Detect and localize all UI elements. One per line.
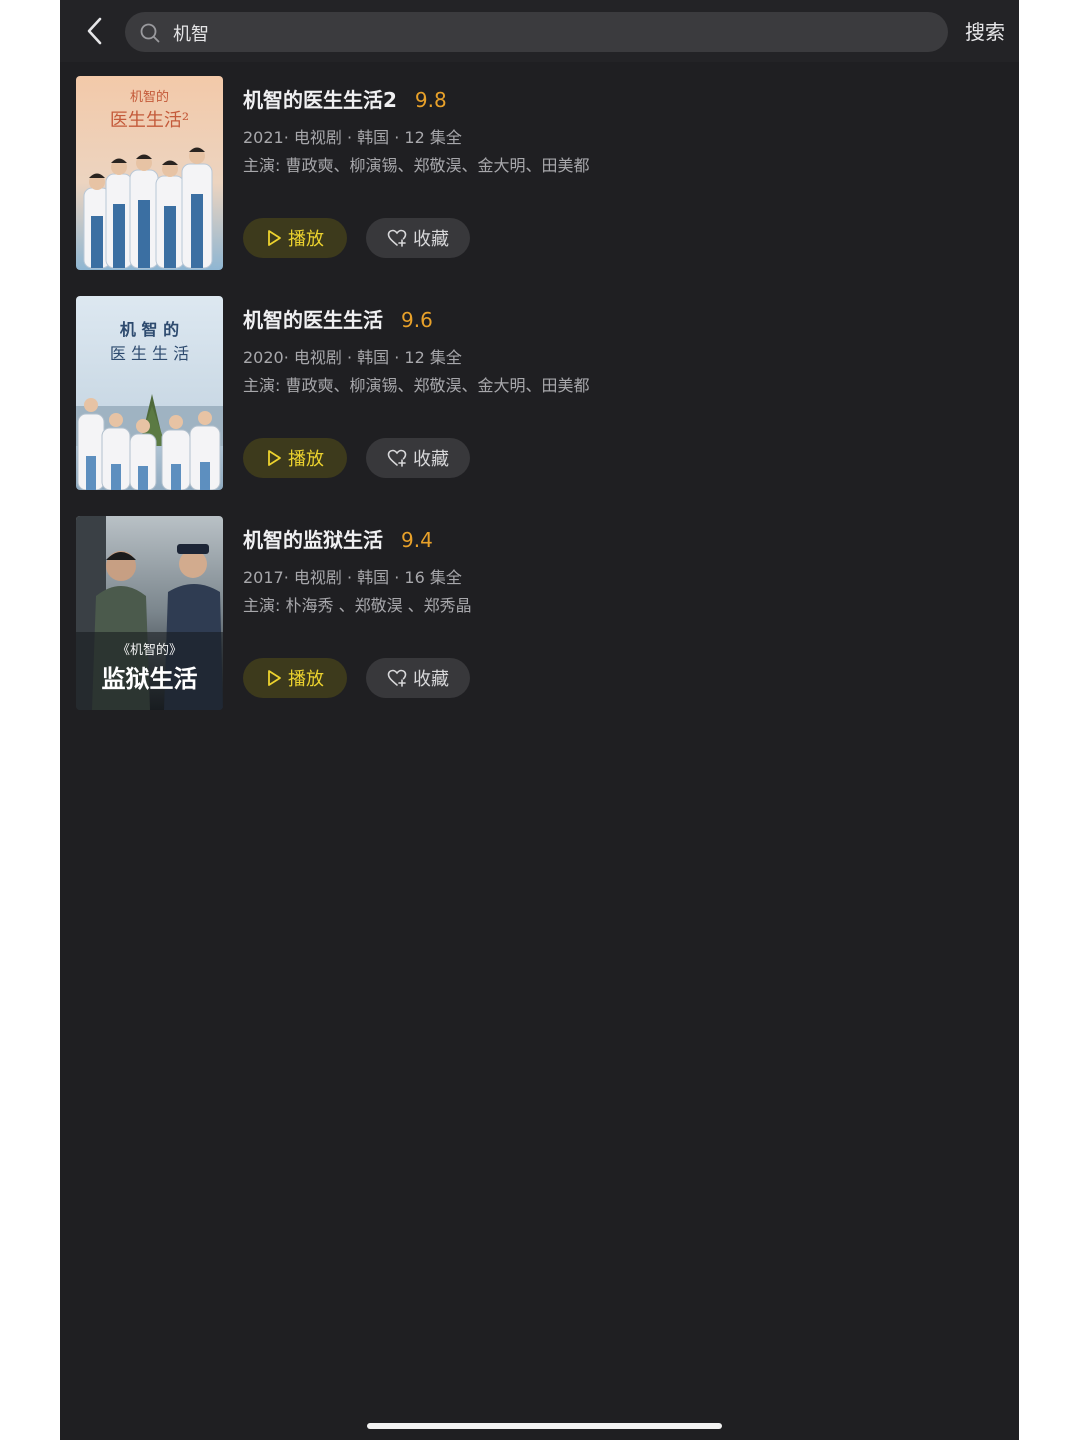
heart-plus-icon xyxy=(387,449,407,467)
poster-title: 机智的 xyxy=(129,90,169,105)
poster-image[interactable]: 机 智 的 医 生 生 活 xyxy=(76,296,223,490)
result-score: 9.8 xyxy=(414,88,447,112)
favorite-button[interactable]: 收藏 xyxy=(366,438,470,478)
heart-plus-icon xyxy=(387,669,407,687)
play-button[interactable]: 播放 xyxy=(243,218,347,258)
poster-image[interactable]: 机智的 医生生活² xyxy=(76,76,223,270)
result-item[interactable]: 机智的 医生生活² 机智的医生生活2 9.8 2021· 电视剧 · 韩国 · 1… xyxy=(76,76,976,270)
home-indicator[interactable] xyxy=(367,1423,722,1429)
play-icon xyxy=(268,230,281,246)
result-score: 9.6 xyxy=(401,308,433,332)
result-item[interactable]: 机 智 的 医 生 生 活 机智的医生生活 9.6 2020· 电视剧 · 韩国 … xyxy=(76,296,976,490)
poster-title: 医生生活² xyxy=(109,110,190,131)
result-title[interactable]: 机智的医生生活 xyxy=(243,308,383,332)
poster-image[interactable]: 《机智的》 监狱生活 xyxy=(76,516,223,710)
back-button[interactable] xyxy=(78,12,112,50)
play-icon xyxy=(268,670,281,686)
play-icon xyxy=(268,450,281,466)
result-title[interactable]: 机智的医生生活2 xyxy=(243,88,397,112)
poster-title: 监狱生活 xyxy=(101,664,198,693)
heart-plus-icon xyxy=(387,229,407,247)
poster-title: 《机智的》 xyxy=(116,643,182,658)
result-info: 机智的医生生活2 9.8 2021· 电视剧 · 韩国 · 12 集全 主演: 曹… xyxy=(243,76,963,270)
search-header: 搜索 xyxy=(60,0,1019,62)
favorite-label: 收藏 xyxy=(413,229,449,250)
play-button[interactable]: 播放 xyxy=(243,438,347,478)
chevron-left-icon xyxy=(87,17,102,45)
result-cast: 主演: 朴海秀 、郑敬淏 、郑秀晶 xyxy=(243,596,472,615)
poster-title: 医 生 生 活 xyxy=(109,344,190,363)
favorite-button[interactable]: 收藏 xyxy=(366,658,470,698)
result-cast: 主演: 曹政奭、柳演锡、郑敬淏、金大明、田美都 xyxy=(243,376,590,395)
title-row: 机智的医生生活2 9.8 xyxy=(243,84,447,114)
play-label: 播放 xyxy=(288,449,324,470)
play-button[interactable]: 播放 xyxy=(243,658,347,698)
result-meta: 2020· 电视剧 · 韩国 · 12 集全 xyxy=(243,348,462,367)
favorite-label: 收藏 xyxy=(413,669,449,690)
poster-title: 机 智 的 xyxy=(119,320,180,339)
result-score: 9.4 xyxy=(401,528,433,552)
favorite-button[interactable]: 收藏 xyxy=(366,218,470,258)
play-label: 播放 xyxy=(288,669,324,690)
play-label: 播放 xyxy=(288,229,324,250)
search-icon xyxy=(140,23,160,43)
app-screen: 搜索 xyxy=(60,0,1019,1440)
search-box[interactable] xyxy=(125,12,948,52)
title-row: 机智的医生生活 9.6 xyxy=(243,304,433,334)
search-button[interactable]: 搜索 xyxy=(960,16,1010,48)
search-input[interactable] xyxy=(171,16,915,50)
result-title[interactable]: 机智的监狱生活 xyxy=(243,528,383,552)
result-info: 机智的监狱生活 9.4 2017· 电视剧 · 韩国 · 16 集全 主演: 朴海… xyxy=(243,516,963,710)
result-item[interactable]: 《机智的》 监狱生活 机智的监狱生活 9.4 2017· 电视剧 · 韩国 · 1… xyxy=(76,516,976,710)
result-info: 机智的医生生活 9.6 2020· 电视剧 · 韩国 · 12 集全 主演: 曹政… xyxy=(243,296,963,490)
favorite-label: 收藏 xyxy=(413,449,449,470)
result-meta: 2017· 电视剧 · 韩国 · 16 集全 xyxy=(243,568,462,587)
result-cast: 主演: 曹政奭、柳演锡、郑敬淏、金大明、田美都 xyxy=(243,156,590,175)
title-row: 机智的监狱生活 9.4 xyxy=(243,524,433,554)
result-meta: 2021· 电视剧 · 韩国 · 12 集全 xyxy=(243,128,462,147)
